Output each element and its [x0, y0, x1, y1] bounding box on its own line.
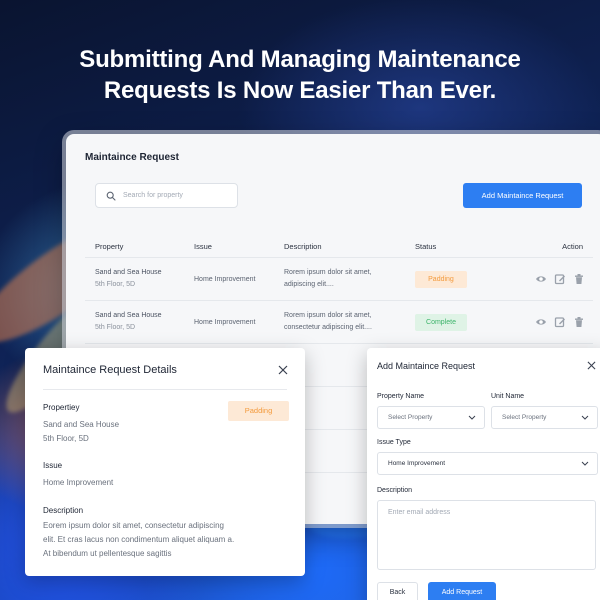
chevron-down-icon	[581, 461, 589, 466]
property-name: Sand and Sea House	[95, 312, 162, 319]
property-cell: Sand and Sea House 5th Floor, 5D	[85, 310, 194, 334]
add-request-form: Add Maintaince Request Property Name Sel…	[367, 348, 600, 600]
property-unit: 5th Floor, 5D	[95, 281, 136, 288]
edit-icon[interactable]	[554, 273, 566, 285]
table-row[interactable]: Sand and Sea House 5th Floor, 5D Home Im…	[85, 301, 593, 344]
description-label: Description	[377, 487, 413, 494]
issue-cell: Home Improvement	[194, 318, 256, 326]
unit-name-select[interactable]: Select Property	[491, 406, 598, 429]
issue-label: Issue	[43, 461, 63, 470]
issue-type-label: Issue Type	[377, 439, 411, 446]
status-badge: Padding	[228, 401, 289, 421]
column-header-property: Property	[95, 242, 124, 251]
action-cell	[523, 316, 593, 328]
details-title: Maintaince Request Details	[43, 364, 177, 376]
trash-icon[interactable]	[573, 316, 585, 328]
column-header-action: Action	[562, 242, 583, 251]
property-name: Sand and Sea House	[95, 269, 162, 276]
search-icon	[106, 191, 116, 201]
page-title: Maintaince Request	[85, 152, 179, 163]
form-title: Add Maintaince Request	[377, 361, 476, 371]
description-line: Rorem ipsum dolor sit amet,	[284, 312, 372, 319]
description-line: Eorem ipsum dolor sit amet, consectetur …	[43, 521, 224, 530]
column-header-issue: Issue	[194, 242, 212, 251]
property-name: Sand and Sea House	[43, 420, 120, 429]
description-line: Rorem ipsum dolor sit amet,	[284, 269, 372, 276]
column-header-description: Description	[284, 241, 322, 251]
issue-cell: Home Improvement	[194, 275, 256, 283]
request-details-card: Maintaince Request Details Propertiey Sa…	[25, 348, 305, 576]
property-cell: Sand and Sea House 5th Floor, 5D	[85, 267, 194, 291]
property-name-value: Select Property	[388, 414, 433, 421]
description-cell: Rorem ipsum dolor sit amet, consectetur …	[284, 310, 415, 334]
eye-icon[interactable]	[535, 273, 547, 285]
chevron-down-icon	[468, 415, 476, 420]
description-line: adipiscing elit....	[284, 281, 334, 288]
description-line: consectetur adipiscing elit....	[284, 324, 372, 331]
issue-value: Home Improvement	[43, 478, 114, 487]
description-placeholder: Enter email address	[388, 509, 451, 516]
status-cell: Complete	[415, 313, 523, 331]
unit-name-label: Unit Name	[491, 393, 525, 400]
property-name-select[interactable]: Select Property	[377, 406, 485, 429]
search-placeholder: Search for property	[123, 192, 183, 199]
chevron-down-icon	[581, 415, 589, 420]
description-line: elit. Et cras lacus non condimentum aliq…	[43, 535, 235, 544]
trash-icon[interactable]	[573, 273, 585, 285]
unit-name-value: Select Property	[502, 414, 547, 421]
issue-type-select[interactable]: Home Improvement	[377, 452, 598, 475]
issue-type-value: Home Improvement	[388, 460, 446, 467]
column-header-status: Status	[415, 242, 437, 251]
divider	[43, 389, 287, 390]
add-maintenance-request-button[interactable]: Add Maintaince Request	[463, 183, 582, 208]
edit-icon[interactable]	[554, 316, 566, 328]
description-textarea[interactable]: Enter email address	[377, 500, 596, 570]
search-input[interactable]: Search for property	[95, 183, 238, 208]
description-line: At bibendum ut pellentesque sagittis	[43, 549, 172, 558]
table-header: Property Issue Description Status Action	[85, 236, 593, 258]
headline-line-1: Submitting And Managing Maintenance	[79, 46, 521, 73]
status-badge: Complete	[415, 313, 467, 331]
headline: Submitting And Managing Maintenance Requ…	[0, 44, 600, 106]
close-icon[interactable]	[278, 365, 288, 375]
description-cell: Rorem ipsum dolor sit amet, adipiscing e…	[284, 267, 415, 291]
action-cell	[523, 273, 593, 285]
close-icon[interactable]	[587, 361, 596, 370]
back-button[interactable]: Back	[377, 582, 418, 600]
headline-line-2: Requests Is Now Easier Than Ever.	[103, 77, 497, 104]
property-label: Propertiey	[43, 403, 80, 412]
property-name-label: Property Name	[377, 393, 425, 400]
status-badge: Padding	[415, 270, 467, 288]
property-unit: 5th Floor, 5D	[95, 324, 136, 331]
status-cell: Padding	[415, 270, 523, 288]
table-row[interactable]: Sand and Sea House 5th Floor, 5D Home Im…	[85, 258, 593, 301]
property-unit: 5th Floor, 5D	[43, 434, 89, 443]
eye-icon[interactable]	[535, 316, 547, 328]
description-label: Description	[43, 506, 84, 515]
add-request-button[interactable]: Add Request	[428, 582, 496, 600]
